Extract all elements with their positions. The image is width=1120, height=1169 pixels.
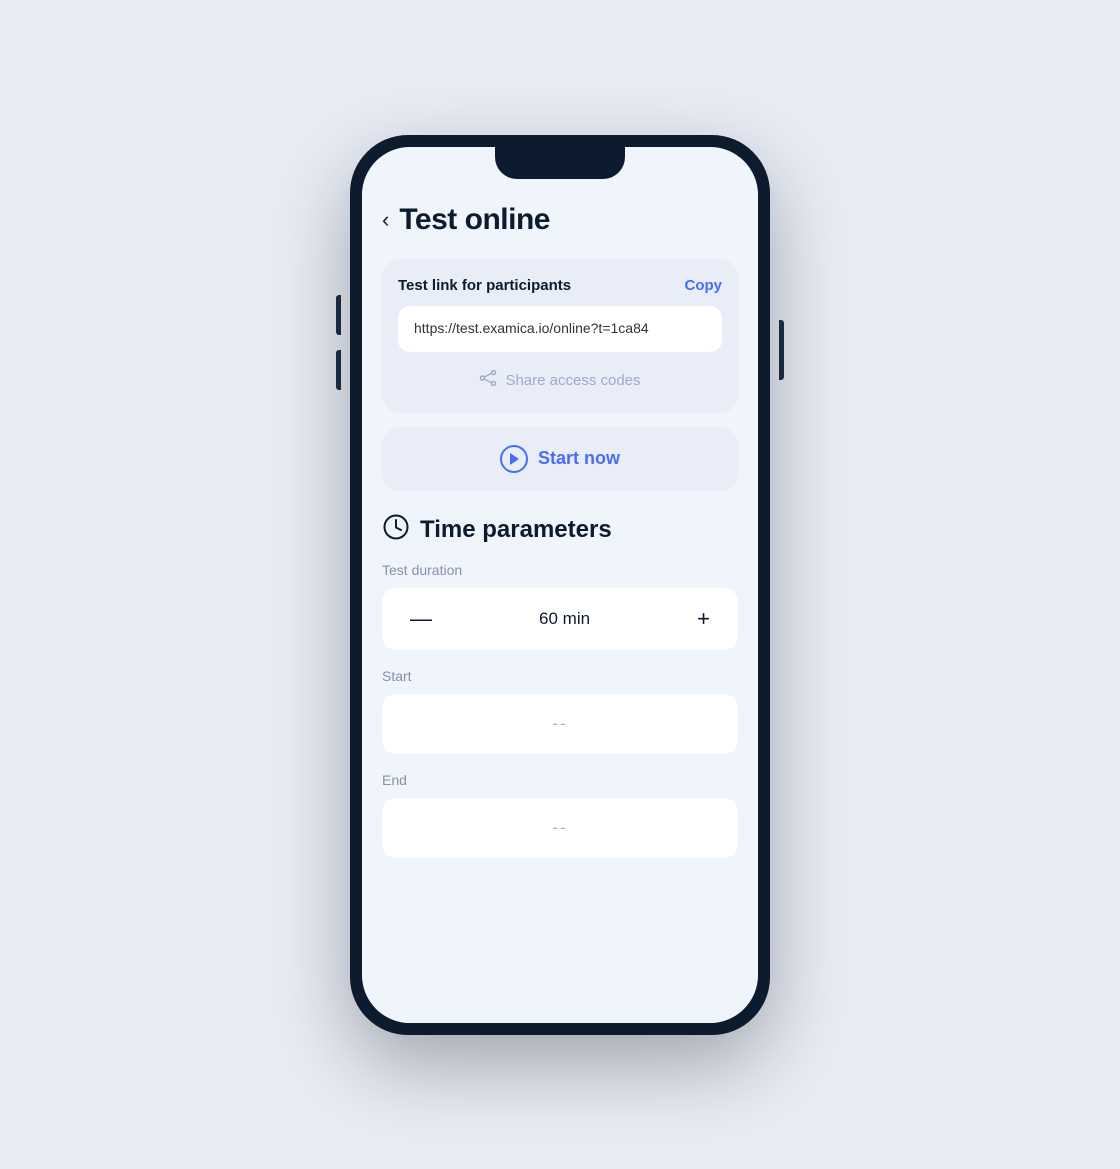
phone-screen: ‹ Test online Test link for participants… bbox=[362, 147, 758, 1023]
start-now-label: Start now bbox=[538, 448, 620, 469]
copy-button[interactable]: Copy bbox=[685, 277, 723, 294]
play-icon bbox=[500, 445, 528, 473]
power-button bbox=[779, 320, 784, 380]
page-header: ‹ Test online bbox=[382, 197, 738, 237]
end-placeholder: -- bbox=[552, 818, 567, 837]
duration-label: Test duration bbox=[382, 562, 738, 578]
start-field[interactable]: -- bbox=[382, 694, 738, 754]
section-title: Time parameters bbox=[420, 516, 612, 544]
start-now-button[interactable]: Start now bbox=[382, 427, 738, 491]
decrement-duration-button[interactable]: — bbox=[402, 604, 440, 634]
duration-value: 60 min bbox=[539, 609, 590, 629]
link-box: https://test.examica.io/online?t=1ca84 bbox=[398, 306, 722, 352]
notch bbox=[495, 147, 625, 179]
screen-content: ‹ Test online Test link for participants… bbox=[362, 147, 758, 1023]
end-field[interactable]: -- bbox=[382, 798, 738, 858]
back-button[interactable]: ‹ bbox=[382, 209, 389, 231]
duration-stepper: — 60 min + bbox=[382, 588, 738, 650]
volume-up-button bbox=[336, 295, 341, 335]
card-header: Test link for participants Copy bbox=[398, 277, 722, 294]
start-placeholder: -- bbox=[552, 714, 567, 733]
play-triangle bbox=[510, 453, 519, 465]
page-title: Test online bbox=[399, 203, 550, 237]
volume-down-button bbox=[336, 350, 341, 390]
end-label: End bbox=[382, 772, 738, 788]
start-label: Start bbox=[382, 668, 738, 684]
share-codes-button[interactable]: Share access codes bbox=[398, 366, 722, 395]
card-label: Test link for participants bbox=[398, 277, 571, 294]
phone-frame: ‹ Test online Test link for participants… bbox=[350, 135, 770, 1035]
time-parameters-header: Time parameters bbox=[382, 513, 738, 548]
share-icon bbox=[479, 370, 497, 391]
share-codes-label: Share access codes bbox=[505, 372, 640, 389]
link-text: https://test.examica.io/online?t=1ca84 bbox=[414, 320, 649, 336]
increment-duration-button[interactable]: + bbox=[689, 604, 718, 634]
clock-icon bbox=[382, 513, 410, 548]
test-link-card: Test link for participants Copy https://… bbox=[382, 259, 738, 413]
